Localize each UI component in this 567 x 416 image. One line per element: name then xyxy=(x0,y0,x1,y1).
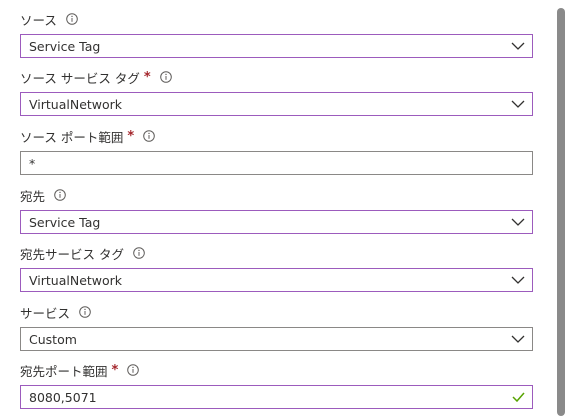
source-port-range-field: ソース ポート範囲 * * xyxy=(20,127,533,175)
chevron-down-icon[interactable] xyxy=(504,93,532,115)
destination-select-value: Service Tag xyxy=(29,214,101,230)
source-port-range-value: * xyxy=(29,155,36,171)
destination-select[interactable]: Service Tag xyxy=(20,210,533,234)
source-port-range-input[interactable]: * xyxy=(20,151,533,175)
info-icon[interactable] xyxy=(159,71,172,83)
service-select[interactable]: Custom xyxy=(20,327,533,351)
source-field: ソース Service Tag xyxy=(20,10,533,58)
destination-port-range-input[interactable]: 8080,5071 xyxy=(20,385,533,409)
destination-label: 宛先 xyxy=(20,188,46,204)
destination-label-row: 宛先 xyxy=(20,186,533,204)
destination-service-tag-field: 宛先サービス タグ VirtualNetwork xyxy=(20,244,533,292)
destination-service-tag-select[interactable]: VirtualNetwork xyxy=(20,268,533,292)
destination-service-tag-label-row: 宛先サービス タグ xyxy=(20,244,533,262)
info-icon[interactable] xyxy=(133,247,145,259)
info-icon[interactable] xyxy=(54,189,66,201)
chevron-down-icon[interactable] xyxy=(504,269,532,291)
source-select-value: Service Tag xyxy=(29,38,101,54)
destination-port-range-label: 宛先ポート範囲 xyxy=(20,363,108,379)
source-service-tag-field: ソース サービス タグ * VirtualNetwork xyxy=(20,68,533,116)
destination-field: 宛先 Service Tag xyxy=(20,186,533,234)
service-label-row: サービス xyxy=(20,303,533,321)
chevron-down-icon[interactable] xyxy=(504,35,532,57)
info-icon[interactable] xyxy=(127,364,140,376)
vertical-scrollbar[interactable] xyxy=(554,0,567,416)
source-service-tag-label: ソース サービス タグ xyxy=(20,70,140,86)
info-icon[interactable] xyxy=(79,306,91,318)
source-label: ソース xyxy=(20,12,57,28)
service-label: サービス xyxy=(20,305,71,321)
required-marker: * xyxy=(143,69,151,85)
destination-port-range-field: 宛先ポート範囲 * 8080,5071 xyxy=(20,361,533,409)
info-icon[interactable] xyxy=(143,130,155,142)
source-port-range-label-row: ソース ポート範囲 * xyxy=(20,127,533,145)
destination-port-range-label-row: 宛先ポート範囲 * xyxy=(20,361,533,379)
source-service-tag-select[interactable]: VirtualNetwork xyxy=(20,92,533,116)
required-marker: * xyxy=(127,128,135,144)
service-field: サービス Custom xyxy=(20,303,533,351)
checkmark-icon xyxy=(504,386,532,408)
source-port-range-label: ソース ポート範囲 xyxy=(20,129,124,145)
destination-service-tag-value: VirtualNetwork xyxy=(29,272,123,288)
required-marker: * xyxy=(111,362,119,378)
chevron-down-icon[interactable] xyxy=(504,211,532,233)
destination-service-tag-label: 宛先サービス タグ xyxy=(20,246,124,262)
info-icon[interactable] xyxy=(66,13,78,25)
scrollbar-thumb[interactable] xyxy=(557,8,565,416)
service-select-value: Custom xyxy=(29,331,77,347)
source-service-tag-value: VirtualNetwork xyxy=(29,96,123,112)
nsg-rule-form: ソース Service Tag ソース サービス タグ * VirtualNet… xyxy=(0,0,567,416)
source-label-row: ソース xyxy=(20,10,533,28)
destination-port-range-value: 8080,5071 xyxy=(29,389,97,405)
source-service-tag-label-row: ソース サービス タグ * xyxy=(20,68,533,86)
chevron-down-icon[interactable] xyxy=(504,328,532,350)
source-select[interactable]: Service Tag xyxy=(20,34,533,58)
